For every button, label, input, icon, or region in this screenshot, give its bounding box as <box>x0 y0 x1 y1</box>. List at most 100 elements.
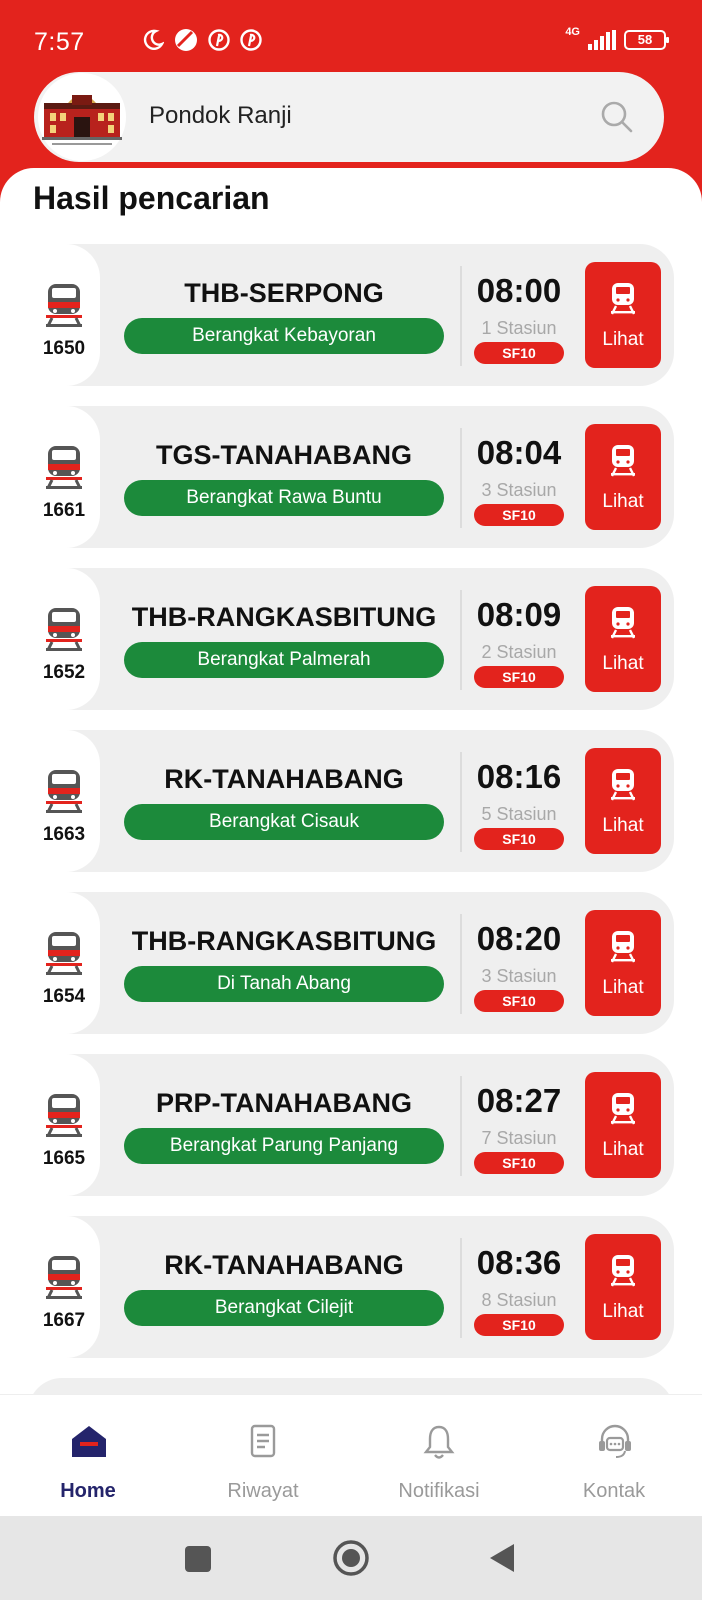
schedule-card[interactable]: 1661 TGS-TANAHABANG Berangkat Rawa Buntu… <box>28 406 674 548</box>
train-icon <box>44 930 84 983</box>
view-button-label: Lihat <box>602 977 644 998</box>
bottom-nav: Home Riwayat Notifikasi Kontak <box>0 1394 702 1516</box>
train-badge: 1663 <box>28 730 100 872</box>
train-number: 1652 <box>42 662 86 683</box>
station-count: 3 Stasiun <box>481 966 557 986</box>
nav-riwayat-label: Riwayat <box>227 1480 299 1502</box>
departure-status: Berangkat Cisauk <box>124 804 444 840</box>
results-panel: Hasil pencarian 1650 THB-SERPONG Berangk… <box>0 168 702 1394</box>
results-title: Hasil pencarian <box>33 180 270 216</box>
train-badge: 1654 <box>28 892 100 1034</box>
nav-home-label: Home <box>60 1480 116 1502</box>
home-button-icon[interactable] <box>331 1538 371 1583</box>
platform-badge: SF10 <box>474 990 564 1012</box>
schedule-card[interactable]: 1652 THB-RANGKASBITUNG Berangkat Palmera… <box>28 568 674 710</box>
route-name: PRP-TANAHABANG <box>156 1088 412 1118</box>
station-count: 1 Stasiun <box>481 318 557 338</box>
platform-badge: SF10 <box>474 342 564 364</box>
train-number: 1654 <box>42 986 86 1007</box>
back-icon[interactable] <box>488 1542 516 1579</box>
nav-riwayat[interactable]: Riwayat <box>175 1395 351 1517</box>
train-badge: 1652 <box>28 568 100 710</box>
train-badge: 1667 <box>28 1216 100 1358</box>
route-name: RK-TANAHABANG <box>164 764 404 794</box>
train-icon <box>609 930 637 969</box>
signal-icon <box>588 30 616 50</box>
route-name: RK-TANAHABANG <box>164 1250 404 1280</box>
station-logo <box>38 73 126 161</box>
departure-status: Berangkat Cilejit <box>124 1290 444 1326</box>
departure-status: Berangkat Kebayoran <box>124 318 444 354</box>
schedule-card[interactable]: 1650 THB-SERPONG Berangkat Kebayoran 08:… <box>28 244 674 386</box>
platform-badge: SF10 <box>474 504 564 526</box>
search-icon[interactable] <box>600 100 634 139</box>
recents-icon[interactable] <box>184 1545 212 1578</box>
view-button-label: Lihat <box>602 491 644 512</box>
nav-kontak-label: Kontak <box>582 1480 646 1502</box>
train-badge: 1650 <box>28 244 100 386</box>
station-count: 8 Stasiun <box>481 1290 557 1310</box>
nav-notifikasi[interactable]: Notifikasi <box>351 1395 527 1517</box>
station-count: 5 Stasiun <box>481 804 557 824</box>
train-icon <box>44 1092 84 1145</box>
departure-status: Berangkat Rawa Buntu <box>124 480 444 516</box>
view-button[interactable]: Lihat <box>585 1072 661 1178</box>
route-name: THB-RANGKASBITUNG <box>131 602 437 632</box>
station-search-bar[interactable]: Pondok Ranji <box>34 72 664 162</box>
departure-time: 08:20 <box>476 920 562 957</box>
moon-icon <box>142 29 165 56</box>
schedule-card[interactable]: 1665 PRP-TANAHABANG Berangkat Parung Pan… <box>28 1054 674 1196</box>
station-count: 3 Stasiun <box>481 480 557 500</box>
view-button-label: Lihat <box>602 329 644 350</box>
route-name: THB-SERPONG <box>184 278 384 308</box>
divider <box>460 1076 462 1176</box>
view-button[interactable]: Lihat <box>585 262 661 368</box>
schedule-card[interactable]: 1654 THB-RANGKASBITUNG Di Tanah Abang 08… <box>28 892 674 1034</box>
schedule-card-partial[interactable] <box>28 1378 674 1394</box>
train-badge: 1661 <box>28 406 100 548</box>
train-icon <box>609 606 637 645</box>
platform-badge: SF10 <box>474 1152 564 1174</box>
platform-badge: SF10 <box>474 1314 564 1336</box>
train-icon <box>609 768 637 807</box>
schedule-card[interactable]: 1663 RK-TANAHABANG Berangkat Cisauk 08:1… <box>28 730 674 872</box>
departure-status: Berangkat Palmerah <box>124 642 444 678</box>
departure-time: 08:16 <box>476 758 562 795</box>
train-icon <box>44 282 84 335</box>
nav-home[interactable]: Home <box>0 1395 176 1517</box>
system-navigation-bar <box>0 1516 702 1600</box>
view-button[interactable]: Lihat <box>585 748 661 854</box>
train-number: 1650 <box>42 338 86 359</box>
train-badge: 1665 <box>28 1054 100 1196</box>
departure-status: Di Tanah Abang <box>124 966 444 1002</box>
view-button-label: Lihat <box>602 1139 644 1160</box>
view-button-label: Lihat <box>602 1301 644 1322</box>
view-button[interactable]: Lihat <box>585 910 661 1016</box>
battery-level: 58 <box>637 32 653 47</box>
route-name: THB-RANGKASBITUNG <box>131 926 437 956</box>
nav-kontak[interactable]: Kontak <box>526 1395 702 1517</box>
divider <box>460 428 462 528</box>
status-time: 7:57 <box>34 28 85 56</box>
departure-time: 08:36 <box>476 1244 562 1281</box>
route-name: TGS-TANAHABANG <box>156 440 412 470</box>
departure-time: 08:04 <box>476 434 562 471</box>
train-number: 1667 <box>42 1310 86 1331</box>
view-button-label: Lihat <box>602 653 644 674</box>
train-number: 1661 <box>42 500 86 521</box>
history-icon <box>245 1423 281 1466</box>
departure-status: Berangkat Parung Panjang <box>124 1128 444 1164</box>
divider <box>460 590 462 690</box>
train-icon <box>44 768 84 821</box>
search-input[interactable]: Pondok Ranji <box>149 102 292 130</box>
divider <box>460 266 462 366</box>
view-button[interactable]: Lihat <box>585 586 661 692</box>
view-button[interactable]: Lihat <box>585 424 661 530</box>
schedule-card[interactable]: 1667 RK-TANAHABANG Berangkat Cilejit 08:… <box>28 1216 674 1358</box>
platform-badge: SF10 <box>474 828 564 850</box>
departure-time: 08:00 <box>476 272 562 309</box>
nav-notifikasi-label: Notifikasi <box>398 1480 480 1502</box>
train-icon <box>609 1092 637 1131</box>
view-button[interactable]: Lihat <box>585 1234 661 1340</box>
home-icon <box>70 1423 108 1464</box>
